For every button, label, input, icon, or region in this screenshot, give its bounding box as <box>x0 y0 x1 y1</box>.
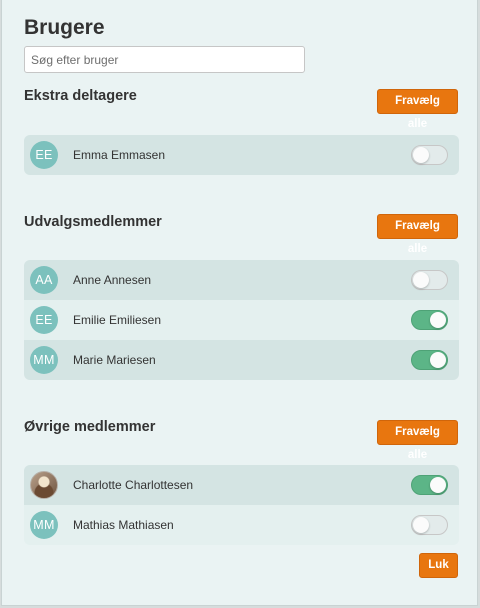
deselect-all-button[interactable]: Fravælg alle <box>377 420 458 461</box>
avatar: MM <box>30 511 58 539</box>
toggle-knob <box>413 517 429 533</box>
search-input[interactable] <box>24 46 305 73</box>
toggle-knob <box>413 147 429 163</box>
member-toggle[interactable] <box>411 475 448 495</box>
toggle-knob <box>430 312 446 328</box>
member-list: AA Anne Annesen EE Emilie Emiliesen MM M… <box>24 260 459 380</box>
list-item: MM Marie Mariesen <box>24 340 459 380</box>
avatar: MM <box>30 346 58 374</box>
section-title-extra-participants: Ekstra deltagere <box>24 88 137 104</box>
deselect-all-button[interactable]: Fravælg alle <box>377 214 458 255</box>
list-item: EE Emma Emmasen <box>24 135 459 175</box>
member-name: Marie Mariesen <box>73 353 156 367</box>
toggle-knob <box>430 352 446 368</box>
close-button[interactable]: Luk <box>419 553 458 578</box>
avatar: AA <box>30 266 58 294</box>
list-item: MM Mathias Mathiasen <box>24 505 459 545</box>
member-name: Emilie Emiliesen <box>73 313 162 327</box>
avatar: EE <box>30 141 58 169</box>
member-toggle[interactable] <box>411 515 448 535</box>
member-toggle[interactable] <box>411 145 448 165</box>
member-list: EE Emma Emmasen <box>24 135 459 175</box>
member-list: Charlotte Charlottesen MM Mathias Mathia… <box>24 465 459 545</box>
list-item: Charlotte Charlottesen <box>24 465 459 505</box>
dialog-title: Brugere <box>24 16 105 39</box>
toggle-knob <box>413 272 429 288</box>
member-toggle[interactable] <box>411 350 448 370</box>
list-item: AA Anne Annesen <box>24 260 459 300</box>
section-title-other-members: Øvrige medlemmer <box>24 419 156 435</box>
member-name: Emma Emmasen <box>73 148 166 162</box>
member-toggle[interactable] <box>411 270 448 290</box>
deselect-all-button[interactable]: Fravælg alle <box>377 89 458 130</box>
avatar-photo <box>30 471 58 499</box>
member-toggle[interactable] <box>411 310 448 330</box>
list-item: EE Emilie Emiliesen <box>24 300 459 340</box>
member-name: Mathias Mathiasen <box>73 518 174 532</box>
section-title-committee-members: Udvalgsmedlemmer <box>24 214 162 230</box>
toggle-knob <box>430 477 446 493</box>
member-name: Anne Annesen <box>73 273 152 287</box>
avatar: EE <box>30 306 58 334</box>
users-dialog: Brugere Ekstra deltagere Fravælg alle EE… <box>1 0 478 606</box>
member-name: Charlotte Charlottesen <box>73 478 194 492</box>
